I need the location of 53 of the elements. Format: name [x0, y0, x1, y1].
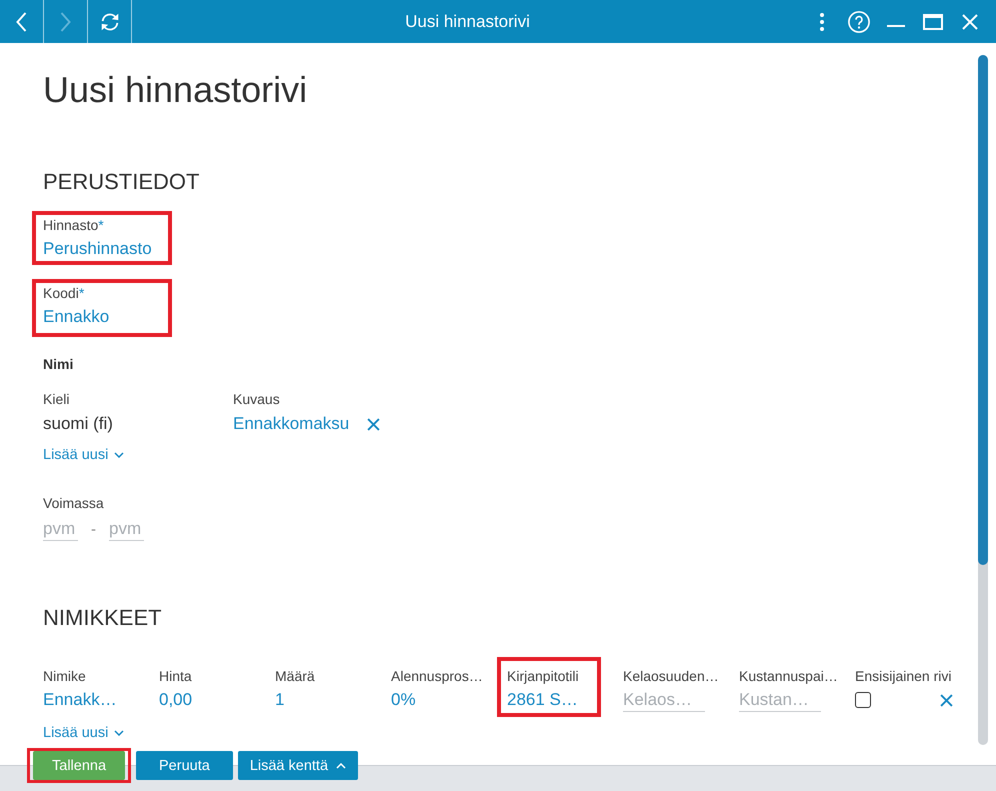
add-field-button[interactable]: Lisää kenttä	[238, 751, 358, 780]
chevron-down-icon	[114, 452, 124, 458]
column-header: Kelaosuuden…	[623, 667, 719, 686]
table-cell-link[interactable]: 0,00	[159, 688, 192, 712]
close-icon[interactable]	[367, 418, 380, 430]
date-field[interactable]: pvm	[109, 517, 144, 541]
chevron-up-icon	[336, 762, 346, 768]
table-cell-link[interactable]: Ennakk…	[43, 688, 117, 712]
section-heading: NIMIKKEET	[43, 604, 162, 632]
section-heading: PERUSTIEDOT	[43, 168, 200, 196]
language-value: suomi (fi)	[43, 413, 113, 435]
input-field[interactable]: Kustan…	[739, 688, 821, 712]
page-title: Uusi hinnastorivi	[43, 68, 308, 112]
save-button[interactable]: Tallenna	[33, 751, 126, 780]
field-label: Hinnasto*	[43, 216, 104, 235]
maximize-icon	[922, 14, 942, 30]
date-field[interactable]: pvm	[43, 517, 78, 541]
column-header: Hinta	[159, 667, 192, 686]
refresh-icon	[98, 10, 120, 32]
column-header: Ensisijainen rivi	[855, 667, 952, 686]
field-label: Koodi*	[43, 284, 84, 303]
column-header: Määrä	[275, 667, 315, 686]
input-field[interactable]: Kelaos…	[623, 688, 705, 712]
window-title: Uusi hinnastorivi	[405, 12, 530, 32]
close-icon[interactable]	[940, 694, 953, 706]
add-new-button[interactable]: Lisää uusi	[43, 723, 124, 743]
column-label: Kieli	[43, 390, 70, 409]
chevron-left-icon	[16, 12, 27, 32]
field-value-link[interactable]: Perushinnasto	[43, 237, 152, 261]
scrollbar-track[interactable]	[978, 55, 988, 745]
description-link[interactable]: Ennakkomaksu	[233, 412, 350, 436]
table-cell-link[interactable]: 1	[275, 688, 284, 712]
scrollbar-thumb[interactable]	[978, 55, 988, 565]
column-label: Kuvaus	[233, 390, 280, 409]
table-cell-link[interactable]: 2861 S…	[507, 688, 578, 712]
date-separator: -	[91, 520, 96, 538]
help-icon	[848, 10, 870, 32]
minimize-icon	[886, 25, 904, 27]
column-header: Kustannuspai…	[739, 667, 838, 686]
checkbox[interactable]	[855, 692, 871, 708]
subsection-heading: Nimi	[43, 355, 74, 374]
add-new-button[interactable]: Lisää uusi	[43, 445, 124, 465]
table-cell-link[interactable]: 0%	[391, 688, 416, 712]
chevron-down-icon	[114, 730, 124, 736]
field-value-link[interactable]: Ennakko	[43, 305, 110, 329]
column-header: Nimike	[43, 667, 86, 686]
close-icon	[962, 14, 978, 30]
chevron-right-icon	[60, 12, 71, 32]
field-label: Voimassa	[43, 494, 104, 513]
column-header: Kirjanpitotili	[507, 667, 579, 686]
cancel-button[interactable]: Peruuta	[136, 751, 233, 780]
column-header: Alennuspros…	[391, 667, 483, 686]
vertical-dots-icon	[820, 12, 824, 30]
